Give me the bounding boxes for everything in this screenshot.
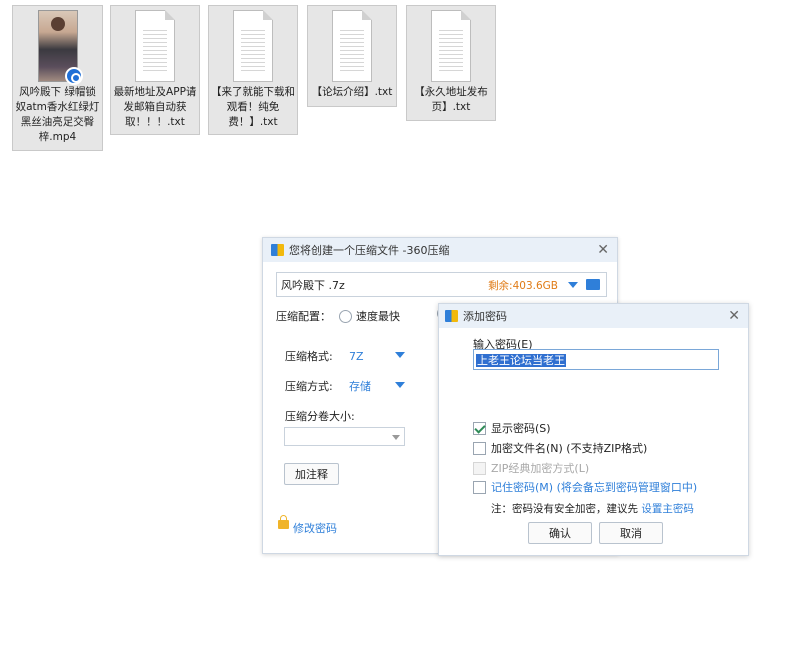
change-password-link[interactable]: 修改密码: [293, 520, 337, 536]
encrypt-filename-checkbox[interactable]: [473, 441, 486, 455]
chevron-down-icon[interactable]: [395, 382, 405, 388]
video-thumbnail: [37, 10, 83, 85]
zip-classic-label: ZIP经典加密方式(L): [491, 462, 590, 475]
show-password-row[interactable]: 显示密码(S): [473, 420, 551, 436]
chevron-down-icon[interactable]: [395, 352, 405, 358]
method-label: 压缩方式:: [285, 380, 333, 393]
text-file-icon: [135, 10, 175, 82]
add-comment-button[interactable]: 加注释: [284, 463, 339, 485]
close-icon[interactable]: ✕: [597, 242, 609, 258]
radio-fastest[interactable]: [339, 309, 352, 323]
password-value[interactable]: 上老王论坛当老王: [476, 354, 566, 367]
app-360zip-icon: [271, 244, 284, 256]
add-password-dialog: 添加密码 ✕ 输入密码(E) 上老王论坛当老王 显示密码(S) 加密文件名(N)…: [438, 303, 749, 556]
remember-password-label[interactable]: 记住密码(M) (将会备忘到密码管理窗口中): [491, 479, 697, 495]
set-master-password-link[interactable]: 设置主密码: [641, 503, 694, 515]
text-file-icon: [233, 10, 273, 82]
file-video[interactable]: 风吟殿下 绿帽锁奴atm香水红绿灯黑丝油亮足交臀梓.mp4: [12, 5, 103, 151]
remember-password-checkbox[interactable]: [473, 480, 486, 494]
free-space-label: 剩余:403.6GB: [488, 280, 558, 292]
zip-classic-checkbox: [473, 461, 486, 475]
folder-icon[interactable]: [586, 279, 600, 290]
split-row: 压缩分卷大小:: [285, 408, 355, 424]
text-file-icon: [332, 10, 372, 82]
split-label: 压缩分卷大小:: [285, 410, 355, 423]
close-icon[interactable]: ✕: [728, 308, 740, 324]
method-value[interactable]: 存储: [349, 378, 371, 394]
radio-fastest-label[interactable]: 速度最快: [356, 308, 400, 324]
zip-classic-row: ZIP经典加密方式(L): [473, 460, 589, 476]
compress-dialog-titlebar: 您将创建一个压缩文件 -360压缩: [263, 238, 617, 262]
archive-file-name[interactable]: 风吟殿下 .7z: [281, 277, 345, 293]
show-password-label[interactable]: 显示密码(S): [491, 420, 551, 436]
encrypt-filename-label[interactable]: 加密文件名(N) (不支持ZIP格式): [491, 440, 647, 456]
cancel-button[interactable]: 取消: [599, 522, 663, 544]
password-note-text: 注：密码没有安全加密，建议先: [491, 503, 642, 515]
lock-icon: [278, 515, 289, 529]
ok-button[interactable]: 确认: [528, 522, 592, 544]
file-name: 【论坛介绍】.txt: [311, 86, 393, 98]
media-player-icon: [64, 67, 83, 85]
app-360zip-icon: [445, 310, 458, 322]
archive-path-field[interactable]: 风吟殿下 .7z 剩余:403.6GB: [276, 272, 607, 297]
file-text-1[interactable]: 最新地址及APP请发邮箱自动获取！！！.txt: [110, 5, 200, 135]
file-name: 最新地址及APP请发邮箱自动获取！！！.txt: [113, 86, 197, 128]
password-dialog-title: 添加密码: [463, 310, 507, 323]
show-password-checkbox[interactable]: [473, 421, 486, 435]
file-name: 【永久地址发布页】.txt: [414, 86, 488, 113]
config-label: 压缩配置：: [276, 310, 331, 323]
file-text-3[interactable]: 【论坛介绍】.txt: [307, 5, 397, 107]
chevron-down-icon[interactable]: [568, 282, 578, 288]
format-row: 压缩格式: 7Z: [285, 348, 425, 364]
password-input[interactable]: 上老王论坛当老王: [473, 349, 719, 370]
text-file-icon: [431, 10, 471, 82]
password-dialog-titlebar: 添加密码: [439, 304, 748, 328]
file-name: 风吟殿下 绿帽锁奴atm香水红绿灯黑丝油亮足交臀梓.mp4: [15, 86, 100, 143]
format-value[interactable]: 7Z: [349, 350, 364, 363]
method-row: 压缩方式: 存储: [285, 378, 425, 394]
password-note: 注：密码没有安全加密，建议先 设置主密码: [491, 501, 694, 516]
remember-password-row[interactable]: 记住密码(M) (将会备忘到密码管理窗口中): [473, 479, 697, 495]
file-text-2[interactable]: 【来了就能下载和观看！纯免费！】.txt: [208, 5, 298, 135]
config-row: 压缩配置： 速度最快: [276, 308, 400, 324]
compress-dialog-title: 您将创建一个压缩文件 -360压缩: [289, 244, 450, 257]
format-label: 压缩格式:: [285, 350, 333, 363]
split-size-combo[interactable]: [284, 427, 405, 446]
file-name: 【来了就能下载和观看！纯免费！】.txt: [211, 86, 295, 128]
file-text-4[interactable]: 【永久地址发布页】.txt: [406, 5, 496, 121]
encrypt-filename-row[interactable]: 加密文件名(N) (不支持ZIP格式): [473, 440, 647, 456]
